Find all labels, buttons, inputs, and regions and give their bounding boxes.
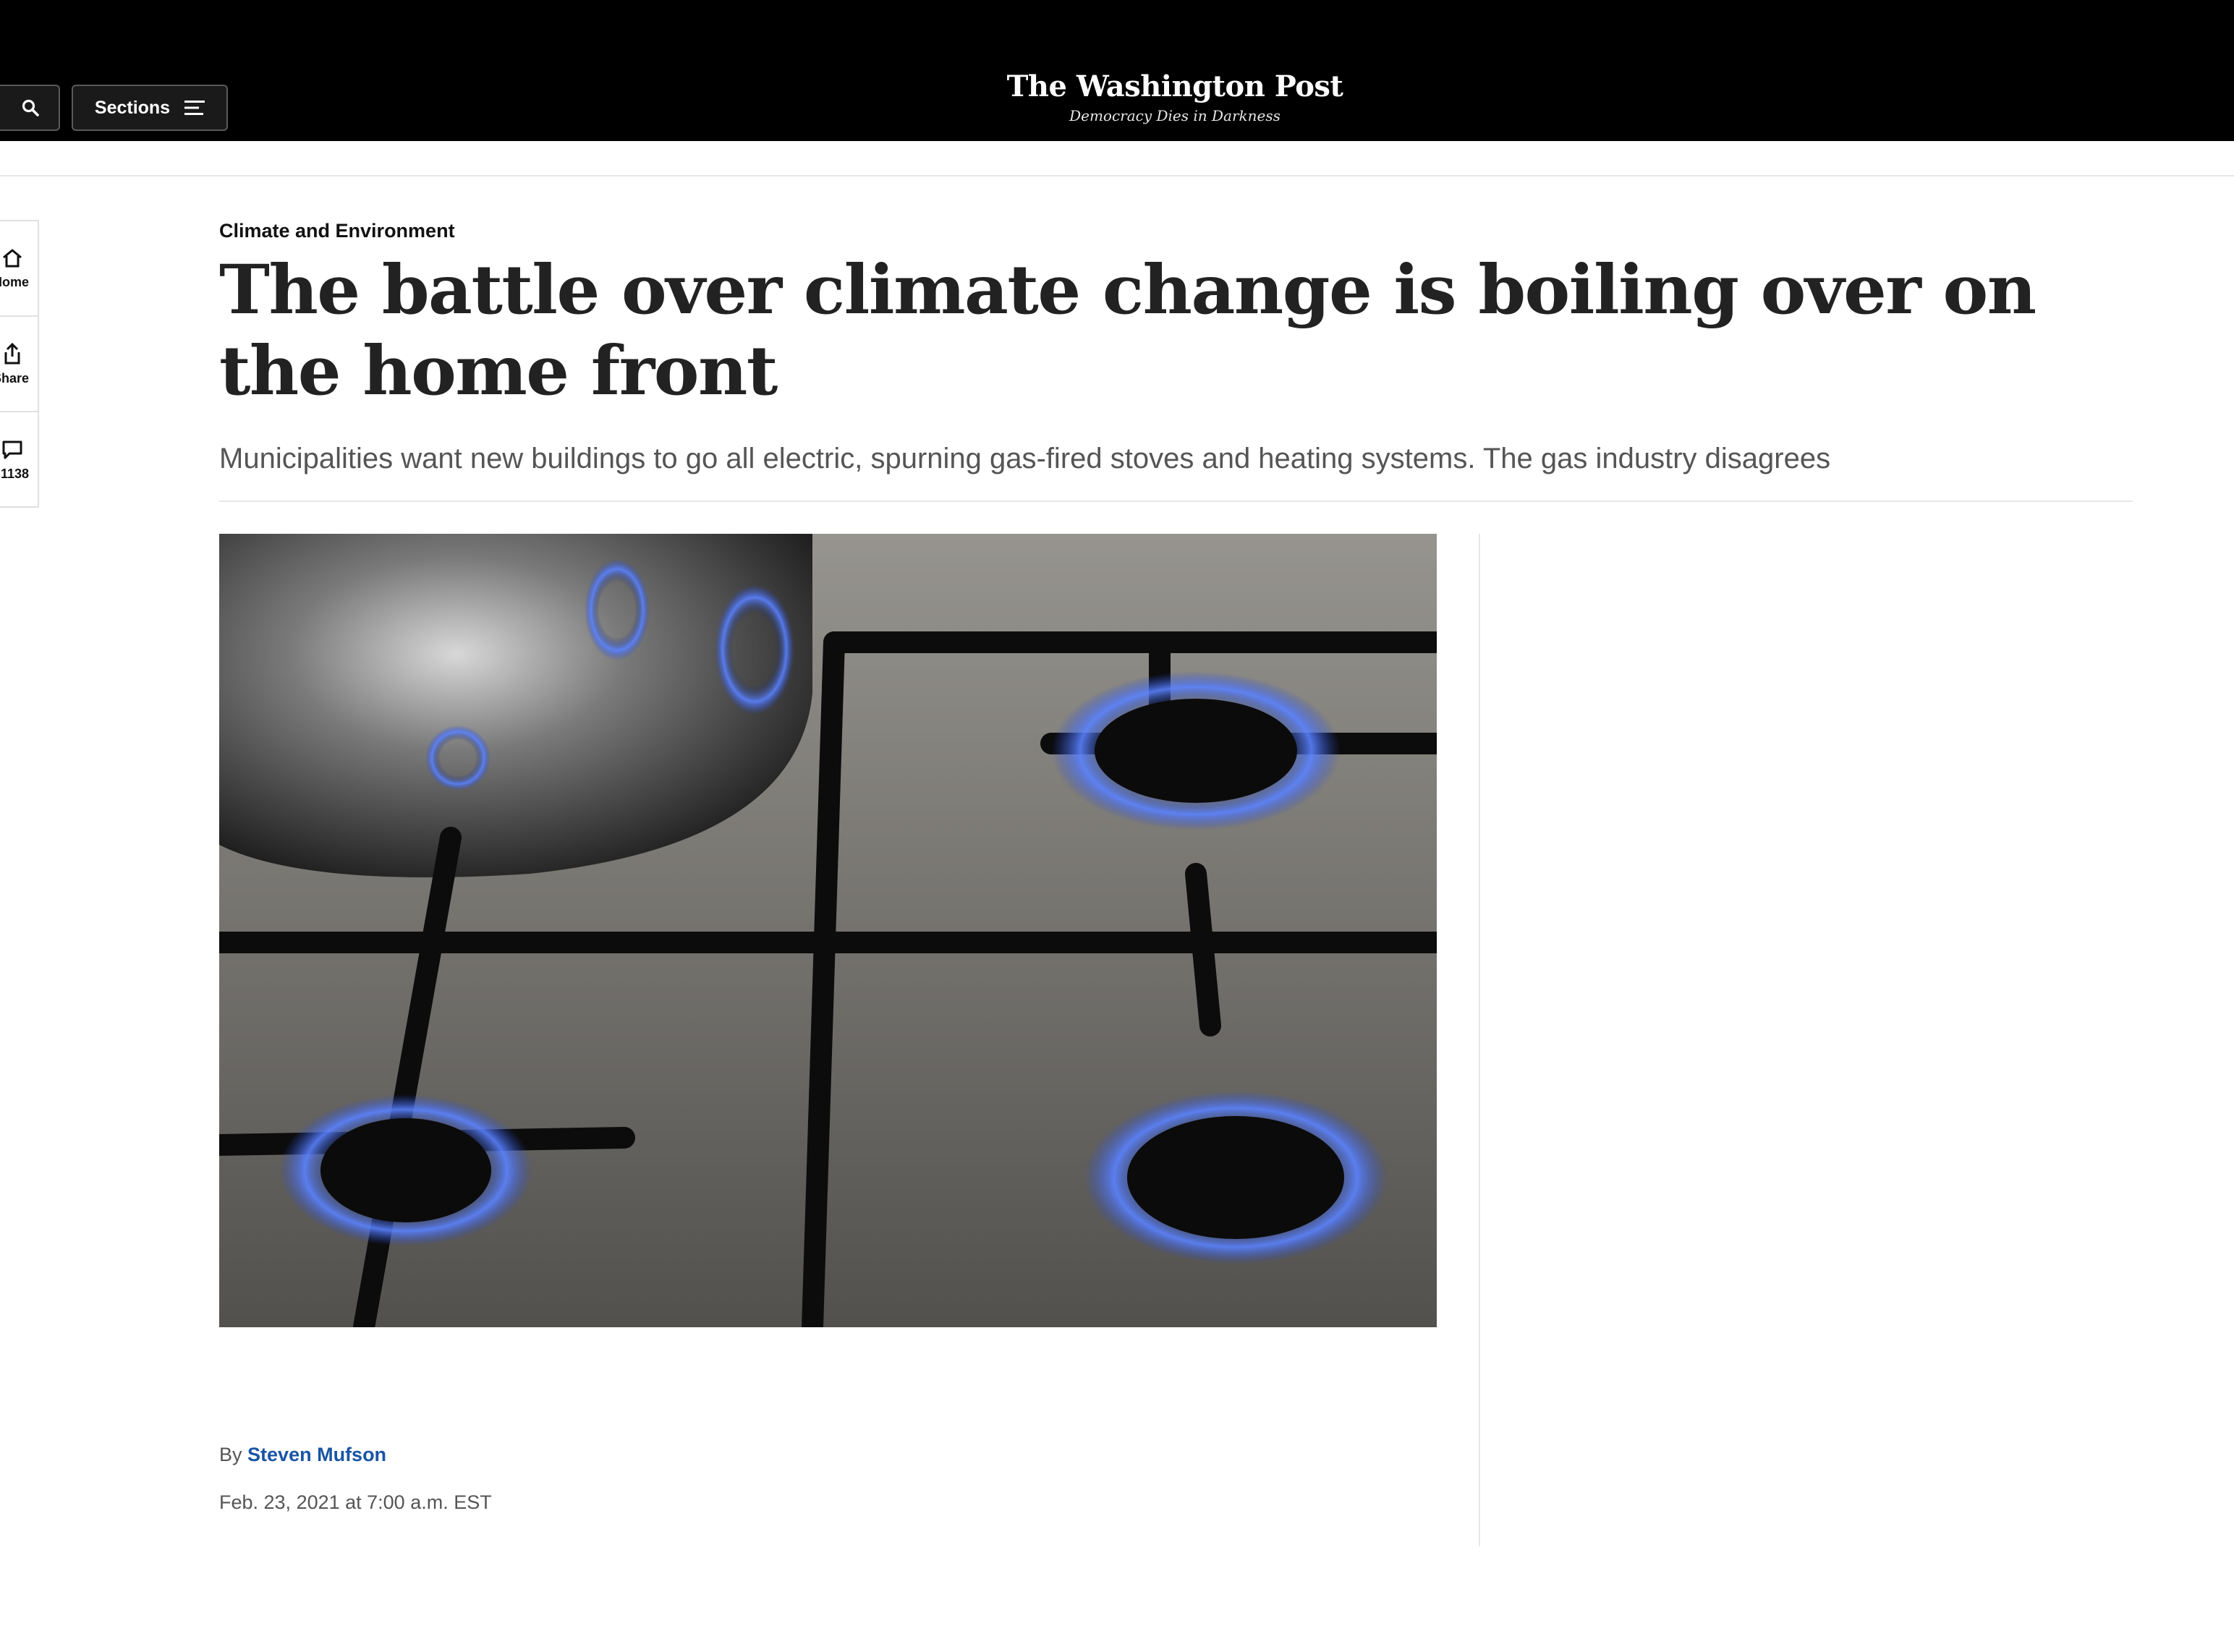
top-nav-bar: Sections The Washington Post Democracy D… [0,0,2234,141]
byline-prefix: By [219,1444,242,1465]
search-icon [22,99,39,116]
nav-divider [0,175,2234,176]
publish-timestamp: Feb. 23, 2021 at 7:00 a.m. EST [219,1491,492,1513]
article-headline: The battle over climate change is boilin… [219,250,2036,411]
rail-comments-button[interactable]: 1138 [0,412,39,508]
rail-share-label: Share [0,370,29,386]
hero-image [219,534,1437,1327]
sidebar-column-divider [1479,534,1480,1546]
comment-icon [2,440,22,459]
article-dek: Municipalities want new buildings to go … [219,443,1831,474]
masthead-logo[interactable]: The Washington Post Democracy Dies in Da… [972,69,1377,125]
home-icon [3,249,22,267]
masthead-title: The Washington Post [1006,69,1343,103]
header-divider [219,501,2133,502]
rail-share-button[interactable]: Share [0,317,39,412]
share-icon [4,342,20,364]
sections-label: Sections [94,97,171,118]
search-button[interactable] [0,85,60,131]
hamburger-menu-icon [184,101,205,115]
rail-comments-count: 1138 [0,466,29,481]
stove-burners-illustration [219,534,1437,1327]
rail-home-label: Home [0,274,29,289]
masthead-tagline: Democracy Dies in Darkness [1069,107,1280,124]
sections-button[interactable]: Sections [72,85,228,131]
author-link[interactable]: Steven Mufson [247,1444,386,1465]
article-action-rail: Home Share 1138 [0,220,39,508]
section-kicker[interactable]: Climate and Environment [219,220,455,242]
byline: By Steven Mufson [219,1444,386,1466]
rail-home-button[interactable]: Home [0,221,39,317]
